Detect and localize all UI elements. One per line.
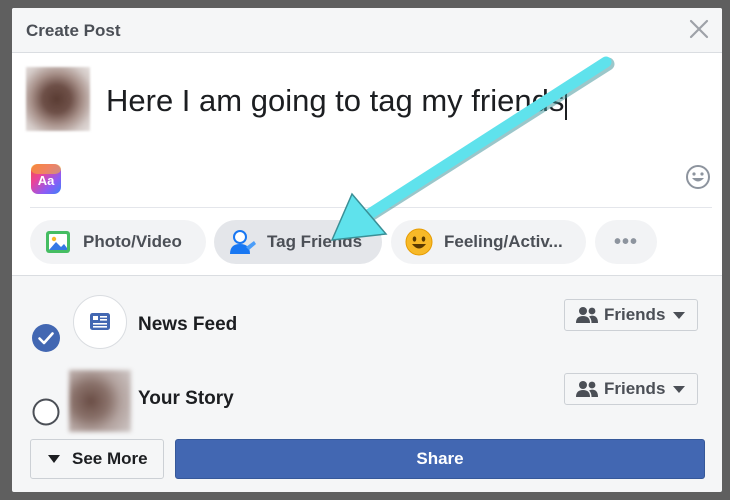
audience-label: News Feed xyxy=(138,314,238,335)
privacy-label: Friends xyxy=(604,379,666,398)
post-text-input[interactable]: Here I am going to tag my friends xyxy=(106,83,568,120)
composer: Here I am going to tag my friends Aa Pho… xyxy=(12,53,722,276)
privacy-selector-button[interactable]: Friends xyxy=(564,299,698,331)
chevron-down-icon xyxy=(673,311,686,319)
text-background-button[interactable]: Aa xyxy=(30,163,62,195)
news-feed-icon xyxy=(73,295,127,349)
smiley-emoji-icon xyxy=(405,228,433,256)
privacy-label: Friends xyxy=(604,305,666,324)
post-text-value: Here I am going to tag my friends xyxy=(106,83,565,118)
tag-friends-label: Tag Friends xyxy=(267,232,363,251)
share-label: Share xyxy=(416,449,464,468)
avatar xyxy=(26,67,90,131)
radio-unchecked-icon[interactable] xyxy=(32,398,60,426)
close-icon[interactable] xyxy=(686,16,712,42)
dialog-header: Create Post xyxy=(12,8,722,53)
share-button[interactable]: Share xyxy=(175,439,705,479)
friends-icon xyxy=(576,381,598,397)
caret-down-icon xyxy=(48,455,60,463)
audience-row-news-feed[interactable]: News Feed Friends xyxy=(12,295,722,368)
photo-video-button[interactable]: Photo/Video xyxy=(30,220,206,264)
audience-row-your-story[interactable]: Your Story Friends xyxy=(12,370,722,442)
photo-video-label: Photo/Video xyxy=(83,232,182,251)
see-more-label: See More xyxy=(72,449,148,468)
text-background-label: Aa xyxy=(38,173,55,188)
divider xyxy=(30,207,712,208)
checkmark-icon[interactable] xyxy=(32,324,60,352)
privacy-selector-button[interactable]: Friends xyxy=(564,373,698,405)
tag-friends-icon xyxy=(230,230,256,254)
chevron-down-icon xyxy=(673,385,686,393)
see-more-button[interactable]: See More xyxy=(30,439,164,479)
feeling-activity-button[interactable]: Feeling/Activ... xyxy=(391,220,586,264)
more-icon: ••• xyxy=(613,230,638,253)
story-thumbnail xyxy=(69,370,131,432)
more-options-button[interactable]: ••• xyxy=(595,220,657,264)
friends-icon xyxy=(576,307,598,323)
create-post-dialog: Create Post Here I am going to tag my fr… xyxy=(12,8,722,492)
feeling-activity-label: Feeling/Activ... xyxy=(444,232,563,251)
dialog-title: Create Post xyxy=(26,21,121,40)
emoji-icon[interactable] xyxy=(684,163,712,191)
photo-icon xyxy=(46,231,70,253)
tag-friends-button[interactable]: Tag Friends xyxy=(214,220,382,264)
audience-label: Your Story xyxy=(138,388,234,409)
text-caret xyxy=(565,85,568,120)
